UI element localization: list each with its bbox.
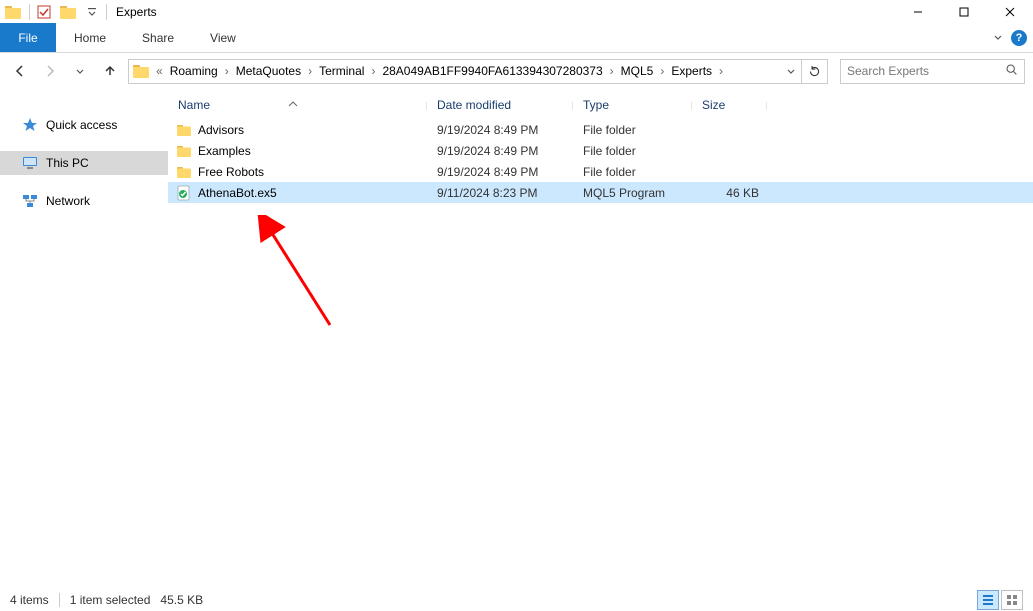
file-date: 9/19/2024 8:49 PM	[427, 123, 573, 137]
address-bar[interactable]: « Roaming› MetaQuotes› Terminal› 28A049A…	[128, 59, 828, 84]
app-folder-icon	[4, 3, 22, 21]
view-details-button[interactable]	[977, 590, 999, 610]
breadcrumb-seg[interactable]: 28A049AB1FF9940FA613394307280373	[378, 60, 606, 83]
column-header-date[interactable]: Date modified	[427, 98, 573, 112]
file-date: 9/19/2024 8:49 PM	[427, 144, 573, 158]
file-row[interactable]: Free Robots 9/19/2024 8:49 PMFile folder	[168, 161, 1033, 182]
folder-icon	[176, 122, 192, 138]
close-button[interactable]	[987, 0, 1033, 23]
content-area: Quick access This PC Network Name Date m…	[0, 89, 1033, 589]
status-divider	[59, 593, 60, 607]
ex5-file-icon	[176, 185, 192, 201]
status-selection: 1 item selected	[70, 593, 161, 607]
view-large-icons-button[interactable]	[1001, 590, 1023, 610]
sort-ascending-icon	[288, 96, 298, 110]
navigation-pane: Quick access This PC Network	[0, 89, 168, 589]
breadcrumb-seg[interactable]: Terminal	[315, 60, 368, 83]
search-icon	[1005, 63, 1018, 79]
file-name: Advisors	[198, 123, 244, 137]
column-header-name[interactable]: Name	[168, 98, 427, 112]
file-type: File folder	[573, 165, 692, 179]
forward-button[interactable]	[38, 59, 62, 83]
chevron-right-icon[interactable]: ›	[305, 64, 315, 78]
file-row[interactable]: AthenaBot.ex5 9/11/2024 8:23 PMMQL5 Progr…	[168, 182, 1033, 203]
column-header-size[interactable]: Size	[692, 98, 767, 112]
ribbon-expand-icon[interactable]	[993, 31, 1003, 45]
chevron-right-icon[interactable]: ›	[222, 64, 232, 78]
navpane-this-pc[interactable]: This PC	[0, 151, 168, 175]
maximize-button[interactable]	[941, 0, 987, 23]
quick-access-toolbar	[0, 0, 110, 23]
navpane-quick-access[interactable]: Quick access	[0, 113, 168, 137]
back-button[interactable]	[8, 59, 32, 83]
star-icon	[22, 117, 38, 133]
search-placeholder: Search Experts	[847, 64, 1005, 78]
file-row[interactable]: Advisors 9/19/2024 8:49 PMFile folder	[168, 119, 1033, 140]
folder-icon	[176, 164, 192, 180]
chevron-right-icon[interactable]: ›	[716, 64, 726, 78]
navigation-row: « Roaming› MetaQuotes› Terminal› 28A049A…	[0, 53, 1033, 89]
file-type: MQL5 Program	[573, 186, 692, 200]
breadcrumb-seg[interactable]: Experts	[667, 60, 716, 83]
file-row[interactable]: Examples 9/19/2024 8:49 PMFile folder	[168, 140, 1033, 161]
chevron-left-icon[interactable]: «	[153, 64, 166, 78]
file-tab[interactable]: File	[0, 23, 56, 52]
ribbon-tab-share[interactable]: Share	[124, 23, 192, 52]
ribbon-tab-view[interactable]: View	[192, 23, 254, 52]
breadcrumb-seg[interactable]: MetaQuotes	[232, 60, 305, 83]
up-button[interactable]	[98, 59, 122, 83]
window-controls	[895, 0, 1033, 23]
address-history-dropdown[interactable]	[781, 66, 801, 76]
separator	[29, 4, 30, 20]
chevron-right-icon[interactable]: ›	[657, 64, 667, 78]
file-date: 9/11/2024 8:23 PM	[427, 186, 573, 200]
file-name: Examples	[198, 144, 251, 158]
file-name: AthenaBot.ex5	[198, 186, 277, 200]
refresh-button[interactable]	[801, 60, 827, 83]
breadcrumb-seg[interactable]: Roaming	[166, 60, 222, 83]
minimize-button[interactable]	[895, 0, 941, 23]
file-type: File folder	[573, 144, 692, 158]
qat-properties-button[interactable]	[33, 1, 55, 23]
chevron-right-icon[interactable]: ›	[368, 64, 378, 78]
file-size: 46 KB	[692, 186, 767, 200]
navpane-label: Quick access	[46, 118, 117, 132]
file-name: Free Robots	[198, 165, 264, 179]
qat-customize-dropdown[interactable]	[81, 1, 103, 23]
file-type: File folder	[573, 123, 692, 137]
file-date: 9/19/2024 8:49 PM	[427, 165, 573, 179]
status-bar: 4 items 1 item selected 45.5 KB	[0, 589, 1033, 611]
ribbon: File Home Share View ?	[0, 23, 1033, 53]
status-selection-size: 45.5 KB	[160, 593, 213, 607]
ribbon-tab-home[interactable]: Home	[56, 23, 124, 52]
qat-new-folder-icon[interactable]	[59, 3, 77, 21]
folder-icon	[176, 143, 192, 159]
address-folder-icon	[132, 62, 150, 80]
window-title: Experts	[116, 5, 157, 19]
chevron-right-icon[interactable]: ›	[607, 64, 617, 78]
file-list: Name Date modified Type Size Advisors 9/1…	[168, 89, 1033, 589]
help-button[interactable]: ?	[1011, 30, 1027, 46]
status-item-count: 4 items	[10, 593, 59, 607]
navpane-label: This PC	[46, 156, 89, 170]
monitor-icon	[22, 155, 38, 171]
separator	[106, 4, 107, 20]
network-icon	[22, 193, 38, 209]
breadcrumb-seg[interactable]: MQL5	[617, 60, 658, 83]
title-bar: Experts	[0, 0, 1033, 23]
search-box[interactable]: Search Experts	[840, 59, 1025, 84]
column-headers: Name Date modified Type Size	[168, 89, 1033, 115]
navpane-network[interactable]: Network	[0, 189, 168, 213]
recent-locations-dropdown[interactable]	[68, 59, 92, 83]
navpane-label: Network	[46, 194, 90, 208]
column-header-type[interactable]: Type	[573, 98, 692, 112]
